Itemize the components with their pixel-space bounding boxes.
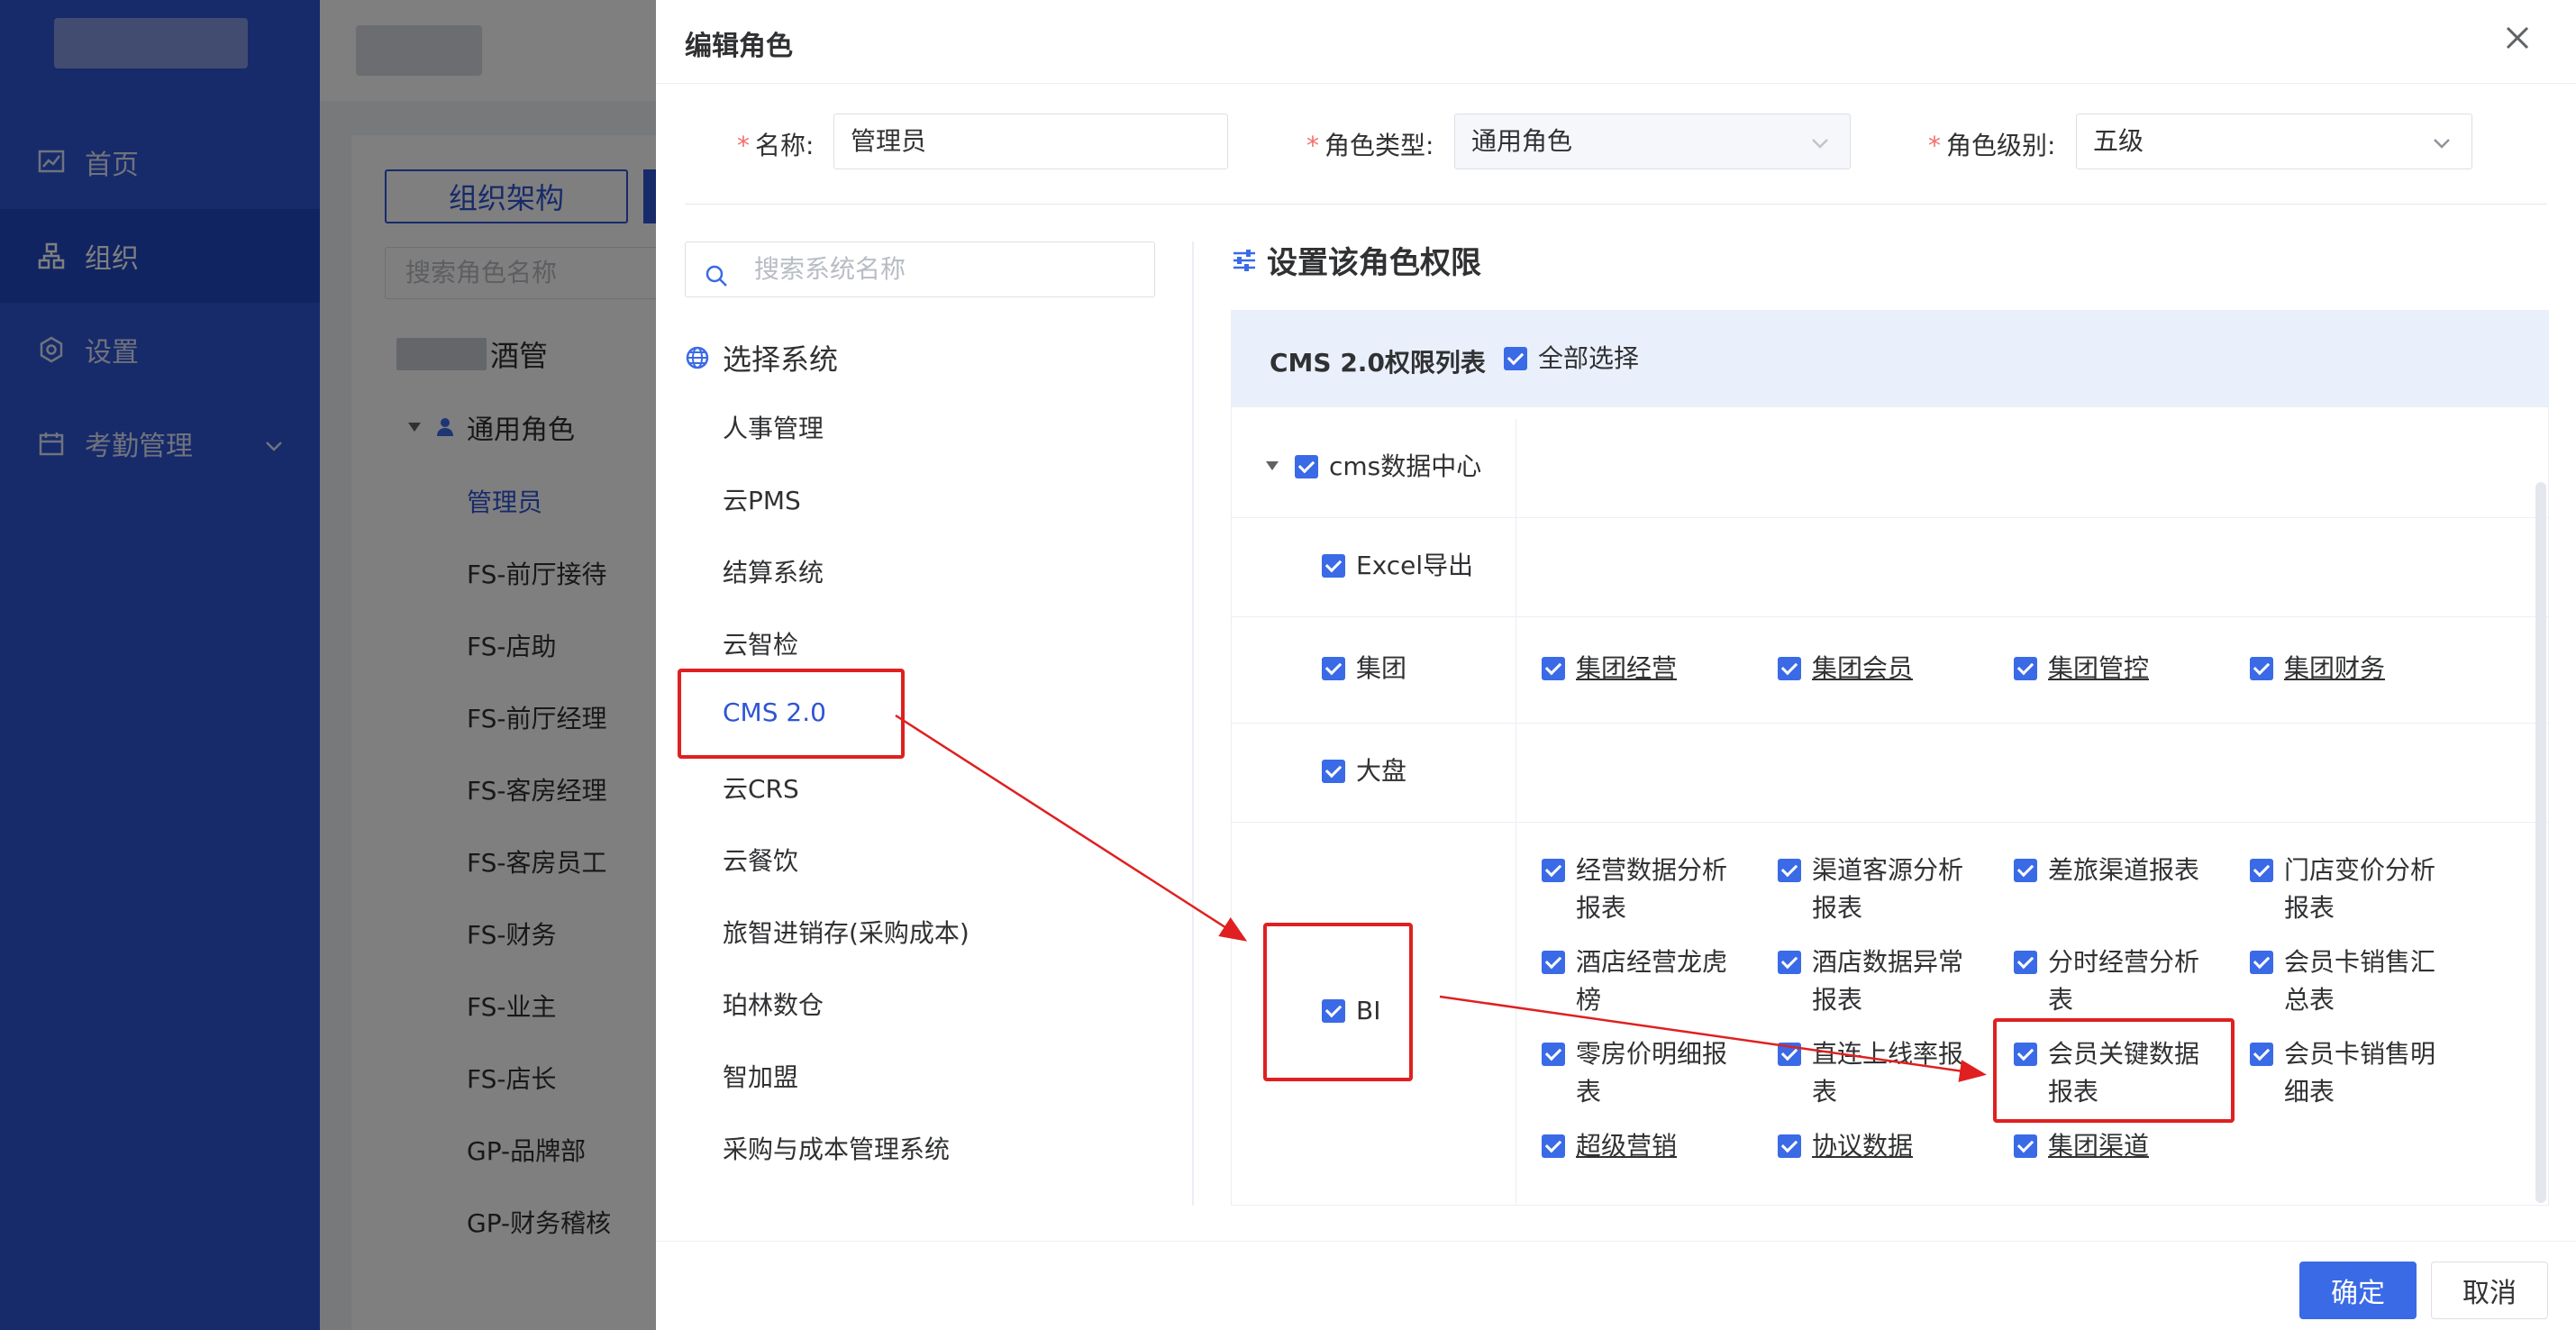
annotation-arrows bbox=[895, 714, 1987, 1082]
arrow-bi-to-member bbox=[1439, 995, 1987, 1082]
arrow-cms-to-bi bbox=[895, 714, 1248, 942]
